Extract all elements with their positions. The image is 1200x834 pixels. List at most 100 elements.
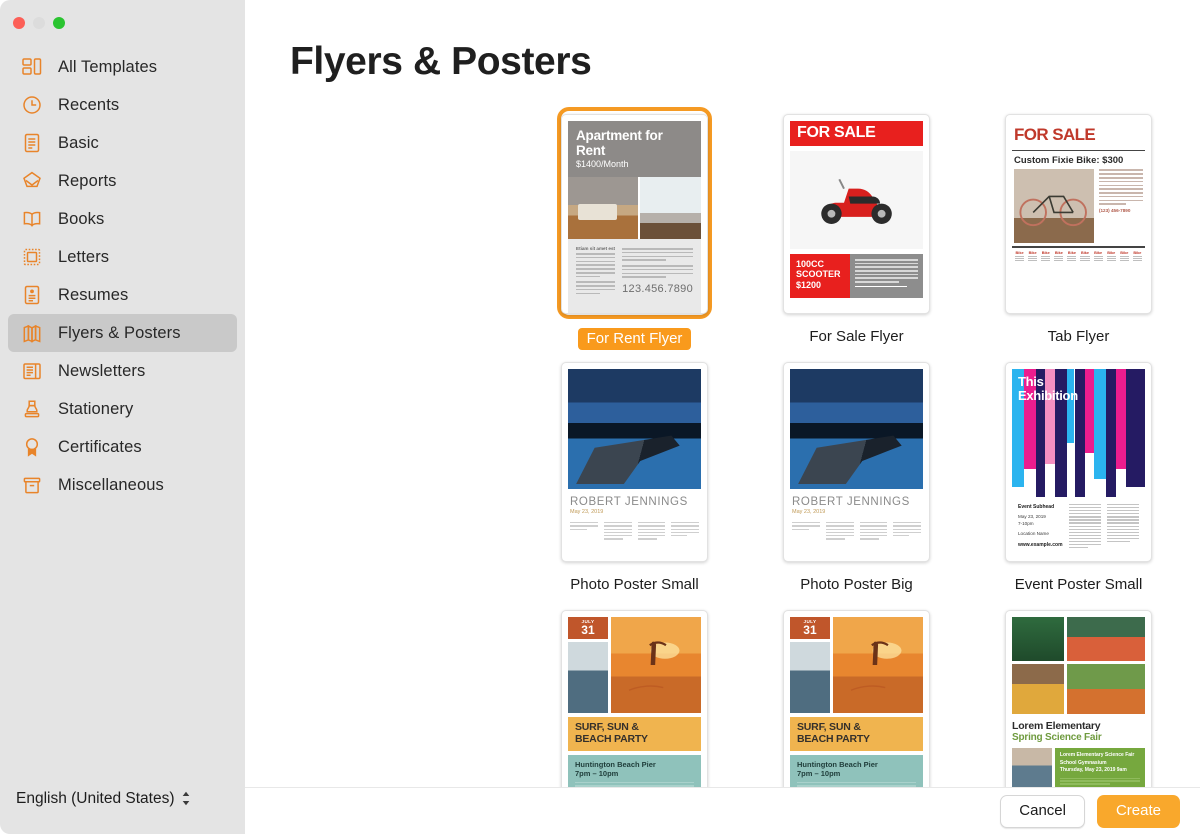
template-scroll-area[interactable]: Flyers & Posters Apartment for Rent $140… xyxy=(245,0,1200,787)
tab-flyer-subtitle: Custom Fixie Bike: $300 xyxy=(1014,155,1124,167)
document-icon xyxy=(20,131,44,155)
template-card-photo-poster-small[interactable]: ROBERT JENNINGS May 23, 2019 Photo Poste… xyxy=(557,359,712,599)
sidebar-item-flyers-posters[interactable]: Flyers & Posters xyxy=(8,314,237,352)
thumbnail-wrap[interactable]: FOR SALE 100CC SCOOTER $1200 xyxy=(779,111,934,317)
surf-details: Huntington Beach Pier 7pm – 10pm xyxy=(568,755,701,787)
photo-poster-columns xyxy=(790,515,923,542)
tab-flyer-text: (123) 456-7890 xyxy=(1098,169,1143,243)
placeholder-lines xyxy=(622,248,693,278)
box-icon xyxy=(20,473,44,497)
date-day: 31 xyxy=(803,623,817,637)
flyer-icon xyxy=(20,321,44,345)
template-thumbnail[interactable]: This Exhibition Event Subhead May 23, 20… xyxy=(1005,362,1152,562)
template-card-for-sale-flyer[interactable]: FOR SALE 100CC SCOOTER $1200 For Sale Fl… xyxy=(779,111,934,351)
language-popup[interactable]: English (United States) xyxy=(16,790,191,808)
template-grid: Apartment for Rent $1400/Month Etiam sit… xyxy=(245,84,1200,787)
close-button[interactable] xyxy=(13,17,25,29)
tab-flyer-title: FOR SALE xyxy=(1014,125,1096,144)
tear-off-tabs: Bike Bike Bike Bike Bike Bike Bike Bike … xyxy=(1012,251,1145,263)
diamond-icon xyxy=(20,169,44,193)
science-footer: Lorem Elementary Science Fair School Gym… xyxy=(1012,748,1145,787)
sidebar-item-label: Stationery xyxy=(58,399,134,418)
thumbnail-wrap[interactable]: ROBERT JENNINGS May 23, 2019 xyxy=(557,359,712,565)
sidebar-item-resumes[interactable]: Resumes xyxy=(8,276,237,314)
photographer-name: ROBERT JENNINGS xyxy=(792,496,910,508)
template-thumbnail[interactable]: FOR SALE Custom Fixie Bike: $300 (123) 4… xyxy=(1005,114,1152,314)
sidebar-item-label: Certificates xyxy=(58,437,142,456)
clock-icon xyxy=(20,93,44,117)
sidebar-item-label: Newsletters xyxy=(58,361,146,380)
minimize-button[interactable] xyxy=(33,17,45,29)
cancel-button[interactable]: Cancel xyxy=(1000,794,1085,828)
date-day: 31 xyxy=(581,623,595,637)
date-badge: JULY 31 xyxy=(790,617,830,639)
science-photo-grid xyxy=(1012,617,1145,714)
sidebar-item-stationery[interactable]: Stationery xyxy=(8,390,237,428)
tear-tab: Bike xyxy=(1079,251,1090,263)
row-spacer xyxy=(557,599,1200,607)
zoom-button[interactable] xyxy=(53,17,65,29)
template-card-for-rent-flyer[interactable]: Apartment for Rent $1400/Month Etiam sit… xyxy=(557,107,712,351)
sidebar-item-newsletters[interactable]: Newsletters xyxy=(8,352,237,390)
window-controls xyxy=(0,0,245,44)
tear-tab: Bike xyxy=(1119,251,1130,263)
rent-details-column: 123.456.7890 xyxy=(622,246,693,313)
thumbnail-wrap[interactable]: JULY 31 SURF, SUN & BEACH PARTY Huntingt… xyxy=(779,607,934,787)
surf-photos: JULY 31 xyxy=(790,617,923,713)
stamper-icon xyxy=(20,397,44,421)
scooter-photo xyxy=(790,151,923,249)
thumbnail-wrap[interactable]: Lorem Elementary Spring Science Fair Lor… xyxy=(1001,607,1156,787)
create-button[interactable]: Create xyxy=(1096,794,1180,828)
newspaper-icon xyxy=(20,359,44,383)
template-card-surf-poster-2[interactable]: JULY 31 SURF, SUN & BEACH PARTY Huntingt… xyxy=(779,607,934,787)
tear-tab: Bike xyxy=(1093,251,1104,263)
beach-kid-photo xyxy=(790,642,830,713)
template-card-photo-poster-big[interactable]: ROBERT JENNINGS May 23, 2019 Photo Poste… xyxy=(779,359,934,599)
rent-text-column: Etiam sit amet est xyxy=(576,246,616,313)
template-card-surf-poster-1[interactable]: JULY 31 SURF, SUN & BEACH PARTY Huntingt… xyxy=(557,607,712,787)
sidebar: All Templates Recents Basic Reports Book… xyxy=(0,0,245,834)
tear-tab: Bike xyxy=(1132,251,1143,263)
sidebar-item-label: Basic xyxy=(58,133,99,152)
tear-tab: Bike xyxy=(1053,251,1064,263)
surfer-photo xyxy=(832,617,923,713)
thumbnail-wrap[interactable]: ROBERT JENNINGS May 23, 2019 xyxy=(779,359,934,565)
surf-title-band: SURF, SUN & BEACH PARTY xyxy=(568,717,701,752)
template-thumbnail[interactable]: JULY 31 SURF, SUN & BEACH PARTY Huntingt… xyxy=(561,610,708,787)
sidebar-item-miscellaneous[interactable]: Miscellaneous xyxy=(8,466,237,504)
template-thumbnail[interactable]: ROBERT JENNINGS May 23, 2019 xyxy=(783,362,930,562)
template-thumbnail[interactable]: ROBERT JENNINGS May 23, 2019 xyxy=(561,362,708,562)
thumbnail-wrap[interactable]: Apartment for Rent $1400/Month Etiam sit… xyxy=(557,107,712,319)
template-card-event-poster-small[interactable]: This Exhibition Event Subhead May 23, 20… xyxy=(1001,359,1156,599)
template-card-science-fair-1[interactable]: Lorem Elementary Spring Science Fair Lor… xyxy=(1001,607,1156,787)
template-caption: Photo Poster Big xyxy=(800,576,913,593)
template-card-tab-flyer[interactable]: FOR SALE Custom Fixie Bike: $300 (123) 4… xyxy=(1001,111,1156,351)
sidebar-item-recents[interactable]: Recents xyxy=(8,86,237,124)
rent-body-heading: Etiam sit amet est xyxy=(576,246,616,251)
template-thumbnail[interactable]: FOR SALE 100CC SCOOTER $1200 xyxy=(783,114,930,314)
row-spacer xyxy=(557,351,1200,359)
price-line-1: 100CC xyxy=(796,259,825,269)
thumbnail-wrap[interactable]: This Exhibition Event Subhead May 23, 20… xyxy=(1001,359,1156,565)
sidebar-item-books[interactable]: Books xyxy=(8,200,237,238)
template-thumbnail[interactable]: JULY 31 SURF, SUN & BEACH PARTY Huntingt… xyxy=(783,610,930,787)
surf-details: Huntington Beach Pier 7pm – 10pm xyxy=(790,755,923,787)
surf-title-line-1: SURF, SUN & xyxy=(797,721,861,733)
divider xyxy=(1012,246,1145,248)
template-thumbnail[interactable]: Lorem Elementary Spring Science Fair Lor… xyxy=(1005,610,1152,787)
placeholder-lines xyxy=(576,253,616,295)
sidebar-item-letters[interactable]: Letters xyxy=(8,238,237,276)
thumbnail-wrap[interactable]: FOR SALE Custom Fixie Bike: $300 (123) 4… xyxy=(1001,111,1156,317)
bathroom-photo xyxy=(640,177,701,239)
sidebar-item-all-templates[interactable]: All Templates xyxy=(8,48,237,86)
thumbnail-wrap[interactable]: JULY 31 SURF, SUN & BEACH PARTY Huntingt… xyxy=(557,607,712,787)
sidebar-item-basic[interactable]: Basic xyxy=(8,124,237,162)
template-thumbnail[interactable]: Apartment for Rent $1400/Month Etiam sit… xyxy=(561,114,708,314)
sidebar-item-certificates[interactable]: Certificates xyxy=(8,428,237,466)
beach-kid-photo xyxy=(568,642,608,713)
pier-shape xyxy=(797,435,902,485)
template-caption: Event Poster Small xyxy=(1014,576,1143,593)
pier-shape xyxy=(575,435,680,485)
sidebar-item-reports[interactable]: Reports xyxy=(8,162,237,200)
tear-tab: Bike xyxy=(1040,251,1051,263)
